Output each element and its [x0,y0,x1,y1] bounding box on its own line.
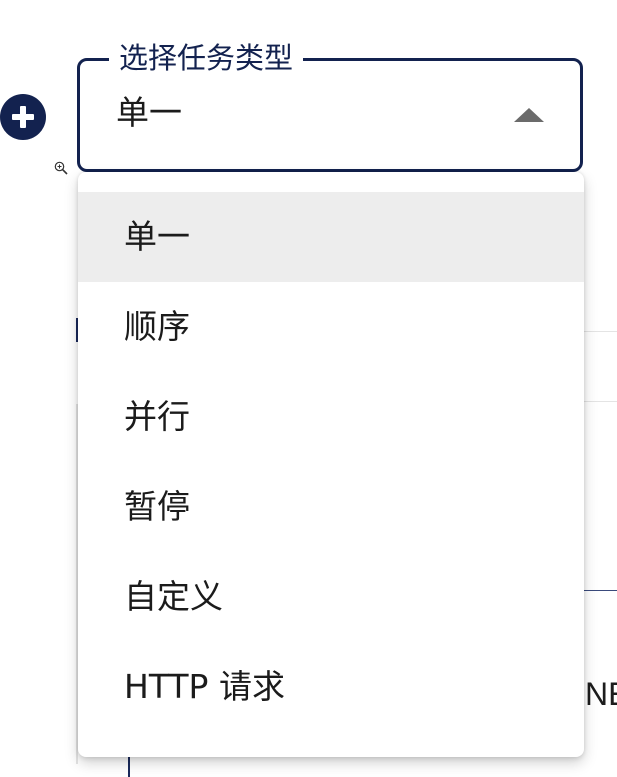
task-type-select-value: 单一 [116,93,182,132]
background-divider [584,401,617,402]
task-type-menu-list: 单一 顺序 并行 暂停 自定义 HTTP 请求 [78,192,584,732]
task-type-stage: NE 选择任务类型 单一 单一 顺序 并行 暂停 自定义 HTTP 请求 [0,0,617,777]
caret-up-icon[interactable] [514,108,544,122]
menu-item-custom[interactable]: 自定义 [78,552,584,642]
background-divider [584,590,617,591]
zoom-in-icon [54,161,68,175]
background-tree-line [128,757,130,777]
background-divider [584,331,617,332]
task-type-menu: 单一 顺序 并行 暂停 自定义 HTTP 请求 [78,172,584,757]
add-task-icon[interactable] [0,94,46,140]
background-partial-text: NE [585,676,617,712]
menu-item-sequential[interactable]: 顺序 [78,282,584,372]
menu-item-single[interactable]: 单一 [78,192,584,282]
menu-item-pause[interactable]: 暂停 [78,462,584,552]
task-type-select-label: 选择任务类型 [109,38,304,78]
menu-item-parallel[interactable]: 并行 [78,372,584,462]
menu-item-http-request[interactable]: HTTP 请求 [78,642,584,732]
